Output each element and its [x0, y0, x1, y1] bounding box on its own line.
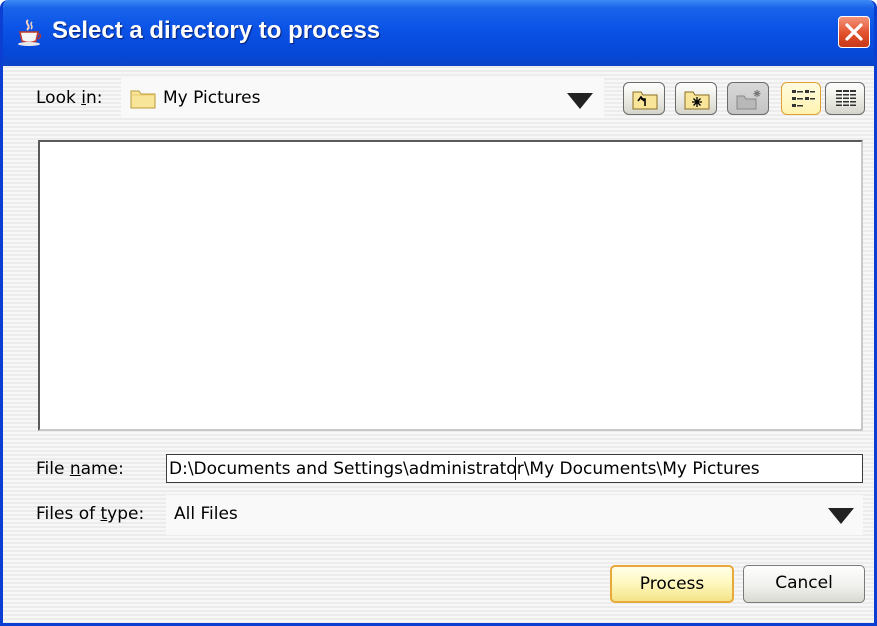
cancel-button[interactable]: Cancel: [743, 565, 865, 603]
home-folder-button[interactable]: [675, 82, 717, 115]
text-caret: [515, 457, 516, 480]
details-view-icon: [836, 90, 856, 107]
title-bar[interactable]: Select a directory to process: [3, 0, 874, 66]
new-folder-icon: [736, 90, 761, 110]
file-chooser-dialog: Select a directory to process Look in: M…: [0, 0, 877, 626]
files-of-type-label: Files of type:: [36, 504, 145, 524]
chevron-down-icon[interactable]: [567, 93, 593, 109]
file-name-label: File name:: [36, 459, 124, 479]
chevron-down-icon[interactable]: [828, 508, 854, 524]
java-cup-icon: [14, 17, 44, 47]
list-view-icon: [792, 90, 815, 107]
new-folder-button[interactable]: [727, 82, 769, 115]
dialog-body: Look in: My Pictures File name: D:\Docum…: [3, 66, 874, 623]
files-of-type-value: All Files: [174, 504, 238, 524]
look-in-combo[interactable]: My Pictures: [121, 78, 604, 118]
up-one-level-icon: [632, 91, 658, 110]
close-button[interactable]: [838, 16, 870, 48]
details-view-button[interactable]: [825, 82, 865, 115]
look-in-label: Look in:: [36, 88, 103, 108]
close-icon: [845, 23, 863, 41]
list-view-button[interactable]: [781, 82, 821, 115]
window-title: Select a directory to process: [52, 17, 381, 44]
up-one-level-button[interactable]: [623, 82, 665, 115]
look-in-value: My Pictures: [163, 88, 261, 108]
files-of-type-combo[interactable]: All Files: [166, 495, 863, 535]
folder-icon: [130, 87, 156, 113]
process-button[interactable]: Process: [610, 565, 734, 603]
file-list[interactable]: [38, 140, 863, 431]
home-folder-icon: [684, 91, 710, 110]
